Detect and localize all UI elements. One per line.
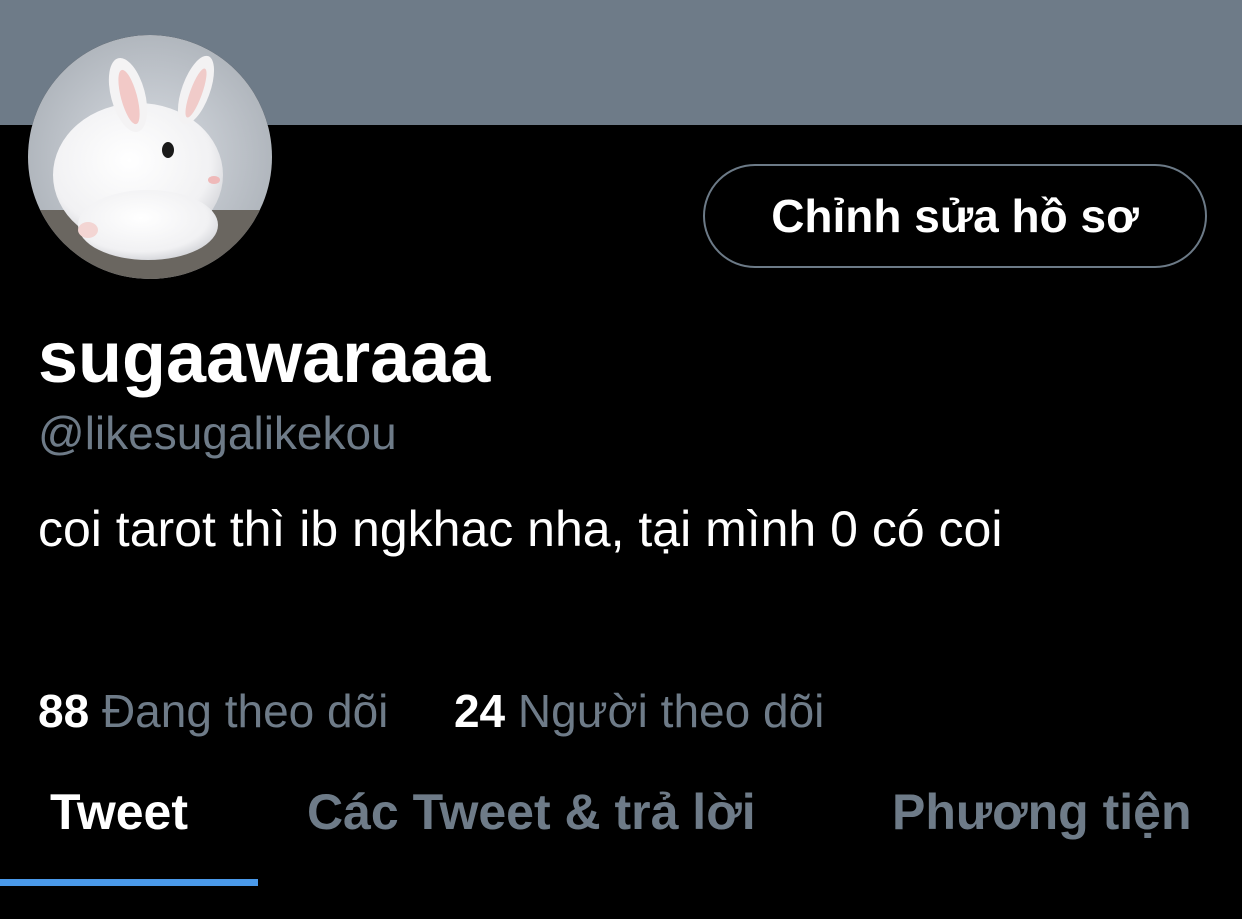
- followers-count: 24: [453, 685, 506, 737]
- following-label: Đang theo dõi: [101, 685, 389, 737]
- following-link[interactable]: 88 Đang theo dõi: [38, 685, 401, 737]
- followers-label: Người theo dõi: [517, 685, 825, 737]
- follow-stats: 88 Đang theo dõi 24 Người theo dõi: [38, 683, 824, 739]
- profile-bio: coi tarot thì ib ngkhac nha, tại mình 0 …: [38, 501, 1003, 557]
- edit-profile-button[interactable]: Chỉnh sửa hồ sơ: [703, 164, 1207, 268]
- profile-avatar[interactable]: [28, 35, 272, 279]
- tab-tweets[interactable]: Tweet: [50, 782, 188, 842]
- tab-media[interactable]: Phương tiện: [892, 782, 1192, 842]
- profile-tabs: Tweet Các Tweet & trả lời Phương tiện: [0, 760, 1242, 870]
- tab-tweets-and-replies[interactable]: Các Tweet & trả lời: [307, 782, 756, 842]
- bunny-icon: [28, 35, 272, 279]
- user-handle: @likesugalikekou: [38, 407, 397, 459]
- display-name: sugaawaraaa: [38, 318, 491, 398]
- following-count: 88: [38, 685, 90, 737]
- active-tab-indicator: [0, 879, 258, 886]
- followers-link[interactable]: 24 Người theo dõi: [441, 685, 824, 737]
